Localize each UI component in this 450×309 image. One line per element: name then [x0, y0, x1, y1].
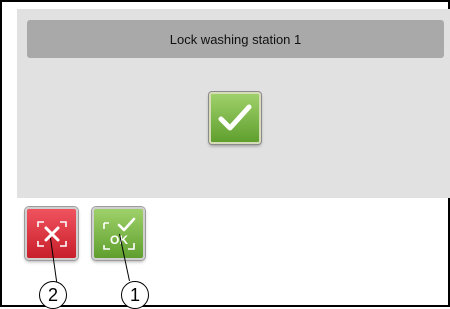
confirm-button[interactable]: [209, 92, 261, 144]
callout-1: 1: [121, 281, 149, 309]
dialog-panel: Lock washing station 1: [17, 9, 450, 198]
callout-2: 2: [39, 281, 67, 309]
checkmark-icon: [218, 104, 252, 131]
window-frame: Lock washing station 1 OK 2 1: [0, 0, 450, 309]
dialog-title: Lock washing station 1: [27, 20, 444, 58]
